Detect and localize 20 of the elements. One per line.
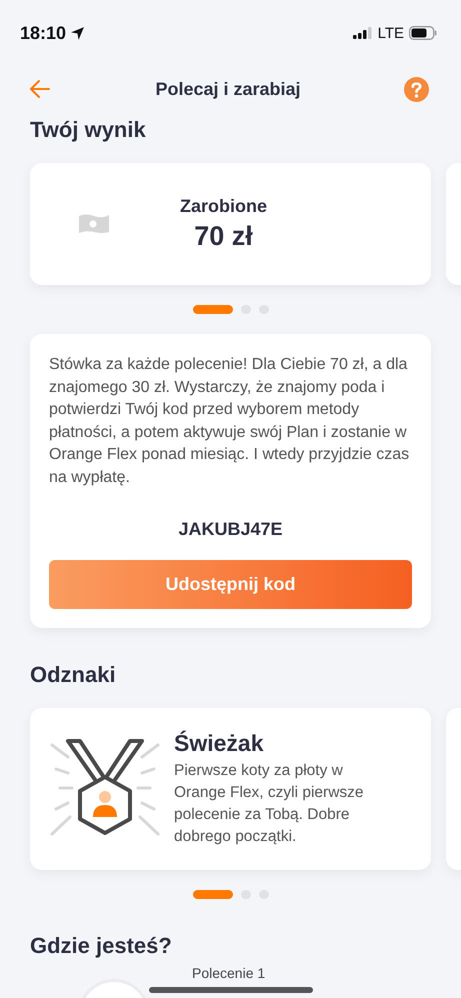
banknote-icon <box>78 213 110 235</box>
score-value: 70 zł <box>193 221 254 252</box>
signal-icon <box>352 27 373 39</box>
section-heading: Gdzie jesteś? <box>29 933 173 959</box>
referral-code: JAKUBJ47E <box>177 519 284 540</box>
network-label: LTE <box>378 24 404 42</box>
location-arrow-icon <box>70 26 86 40</box>
help-icon[interactable] <box>404 76 429 102</box>
section-heading: Odznaki <box>29 662 117 688</box>
step-label: Polecenie 1 <box>192 965 266 983</box>
badge-description: Pierwsze koty za płoty w Orange Flex, czyli pierwsze polecenie za Tobą. Dobre dobrego początki. <box>174 761 365 847</box>
score-label: Zarobione <box>180 196 268 217</box>
share-code-button[interactable]: Udostępnij kod <box>49 560 412 609</box>
page-title: Polecaj i zarabiaj <box>155 78 301 100</box>
back-arrow-icon[interactable] <box>28 77 52 101</box>
referral-description: Stówka za każde polecenie! Dla Ciebie 70 zł, a dla znajomego 30 zł. Wystarczy, że znajomy poda i potwierdzi Twój kod przed wyborem metody płatności, a potem aktywuje swój Plan i zostanie w Orange Flex ponad miesiąc. I wtedy przyjdzie czas na wypłatę. <box>49 355 410 488</box>
clock: 18:10 <box>20 22 66 44</box>
badge-title: Świeżak <box>174 730 264 757</box>
battery-icon <box>409 26 437 40</box>
section-heading: Twój wynik <box>29 117 147 143</box>
